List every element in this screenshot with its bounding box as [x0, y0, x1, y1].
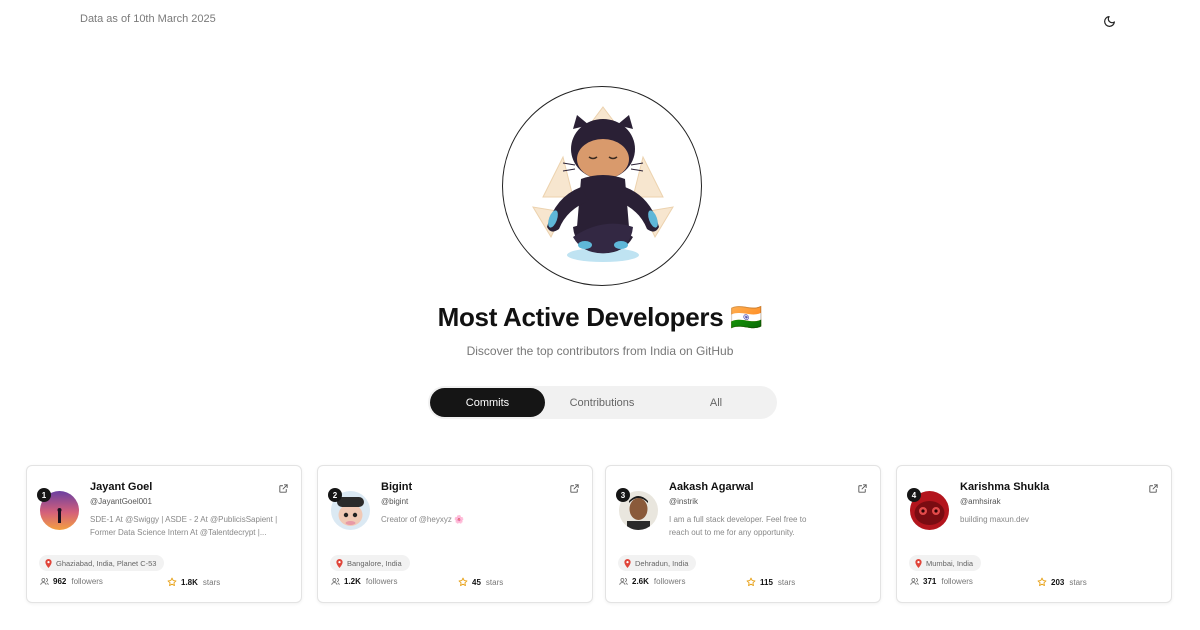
hero-octocat-image [502, 86, 702, 286]
followers-stat: 2.6K followers [619, 577, 685, 586]
followers-label: followers [365, 577, 398, 586]
star-icon [458, 577, 468, 587]
followers-stat: 962 followers [40, 577, 103, 586]
star-icon [167, 577, 177, 587]
top-bar: Data as of 10th March 2025 [0, 0, 1200, 40]
users-icon [910, 577, 919, 586]
developer-card[interactable]: 1 Jayant Goel @JayantGoel001 SDE-1 At @S… [26, 465, 302, 603]
developer-handle: @bigint [381, 497, 409, 506]
page-subtitle: Discover the top contributors from India… [466, 344, 734, 358]
location-text: Ghaziabad, India, Planet C-53 [56, 558, 157, 568]
star-icon [746, 577, 756, 587]
developer-name[interactable]: Karishma Shukla [960, 481, 1049, 493]
stars-stat: 203 stars [1037, 577, 1087, 587]
tab-all[interactable]: All [659, 388, 773, 417]
users-icon [331, 577, 340, 586]
page-title: Most Active Developers 🇮🇳 [437, 302, 763, 332]
external-link-icon[interactable] [857, 481, 869, 493]
developer-handle: @instrik [669, 497, 699, 506]
location-badge: Mumbai, India [909, 555, 982, 571]
developer-card[interactable]: 3 Aakash Agarwal @instrik I am a full st… [605, 465, 881, 603]
users-icon [40, 577, 49, 586]
developer-card[interactable]: 2 Bigint @bigint Creator of @heyxyz 🌸 Ba… [317, 465, 593, 603]
stars-stat: 45 stars [458, 577, 503, 587]
theme-toggle-button[interactable] [1099, 11, 1119, 31]
stars-label: stars [777, 577, 796, 587]
location-text: Mumbai, India [926, 558, 974, 568]
developer-bio: Creator of @heyxyz 🌸 [381, 515, 464, 524]
map-pin-icon [45, 558, 52, 568]
developer-name[interactable]: Bigint [381, 481, 412, 493]
stars-count: 45 [472, 577, 481, 587]
stars-label: stars [485, 577, 504, 587]
followers-count: 962 [53, 577, 67, 586]
developer-name[interactable]: Aakash Agarwal [669, 481, 754, 493]
external-link-icon[interactable] [569, 481, 581, 493]
location-badge: Bangalore, India [330, 555, 410, 571]
external-link-icon[interactable] [278, 481, 290, 493]
stars-count: 115 [760, 577, 773, 587]
stars-label: stars [202, 577, 221, 587]
location-badge: Ghaziabad, India, Planet C-53 [39, 555, 165, 571]
developer-bio: SDE-1 At @Swiggy | ASDE - 2 At @Publicis… [90, 515, 278, 537]
developer-bio: building maxun.dev [960, 515, 1029, 524]
map-pin-icon [624, 558, 631, 568]
followers-label: followers [941, 577, 973, 586]
tab-contributions[interactable]: Contributions [545, 388, 659, 417]
stars-stat: 1.8K stars [167, 577, 220, 587]
stars-count: 1.8K [181, 577, 198, 587]
moon-icon [1103, 15, 1115, 27]
star-icon [1037, 577, 1047, 587]
tab-commits[interactable]: Commits [430, 388, 545, 417]
followers-count: 2.6K [632, 577, 649, 586]
location-text: Dehradun, India [635, 558, 689, 568]
developer-handle: @JayantGoel001 [90, 497, 152, 506]
developer-name[interactable]: Jayant Goel [90, 481, 152, 493]
users-icon [619, 577, 628, 586]
tab-bar: Commits Contributions All [428, 386, 777, 419]
stars-stat: 115 stars [746, 577, 795, 587]
location-text: Bangalore, India [347, 558, 402, 568]
followers-label: followers [71, 577, 103, 586]
followers-stat: 1.2K followers [331, 577, 397, 586]
external-link-icon[interactable] [1148, 481, 1160, 493]
developer-handle: @amhsirak [960, 497, 1001, 506]
followers-stat: 371 followers [910, 577, 973, 586]
map-pin-icon [915, 558, 922, 568]
rank-badge: 2 [328, 488, 342, 502]
followers-count: 1.2K [344, 577, 361, 586]
rank-badge: 4 [907, 488, 921, 502]
rank-badge: 1 [37, 488, 51, 502]
stars-label: stars [1069, 577, 1087, 587]
followers-count: 371 [923, 577, 937, 586]
data-date-label: Data as of 10th March 2025 [80, 13, 216, 25]
developer-bio: I am a full stack developer. Feel free t… [669, 515, 807, 537]
map-pin-icon [336, 558, 343, 568]
followers-label: followers [653, 577, 686, 586]
developer-card[interactable]: 4 Karishma Shukla @amhsirak building max… [896, 465, 1172, 603]
stars-count: 203 [1051, 577, 1065, 587]
location-badge: Dehradun, India [618, 555, 697, 571]
rank-badge: 3 [616, 488, 630, 502]
